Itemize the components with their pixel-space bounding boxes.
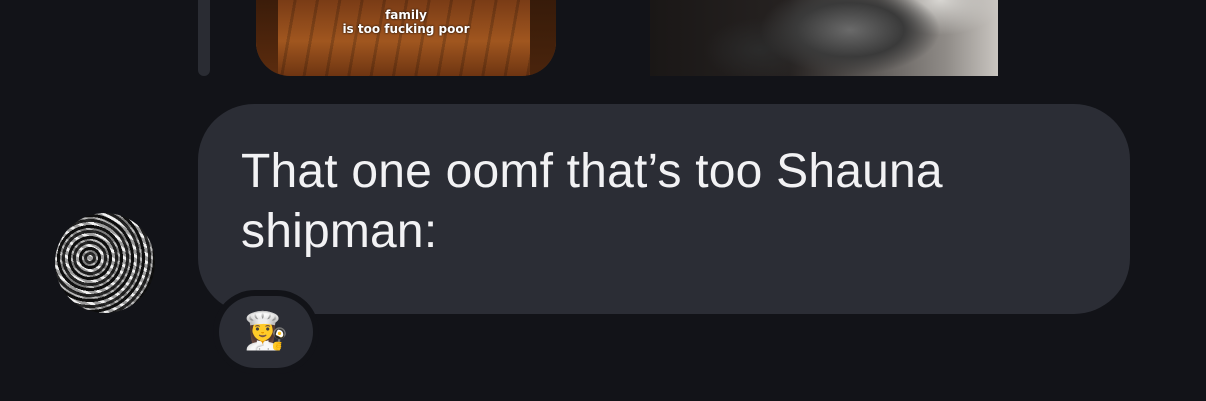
media-thumbnail-meme[interactable]: family is too fucking poor [256, 0, 556, 76]
reaction-pill[interactable]: 👩‍🍳 [213, 290, 319, 374]
reply-thread-bar [198, 0, 210, 76]
meme-caption: family is too fucking poor [256, 8, 556, 36]
woman-cook-emoji-icon: 👩‍🍳 [243, 311, 289, 352]
meme-caption-line2: is too fucking poor [342, 22, 470, 36]
chat-screen: family is too fucking poor That one oomf… [0, 0, 1206, 401]
message-text: That one oomf that’s too Shauna shipman: [241, 142, 1101, 262]
avatar[interactable] [55, 213, 155, 313]
avatar-image [55, 213, 155, 313]
reaction-pill-inner: 👩‍🍳 [219, 296, 313, 368]
meme-caption-line1: family [385, 8, 427, 22]
media-thumbnail-photo[interactable] [650, 0, 998, 76]
message-text-line1: That one oomf that’s too Shauna [241, 145, 943, 198]
message-text-line2: shipman: [241, 205, 438, 258]
